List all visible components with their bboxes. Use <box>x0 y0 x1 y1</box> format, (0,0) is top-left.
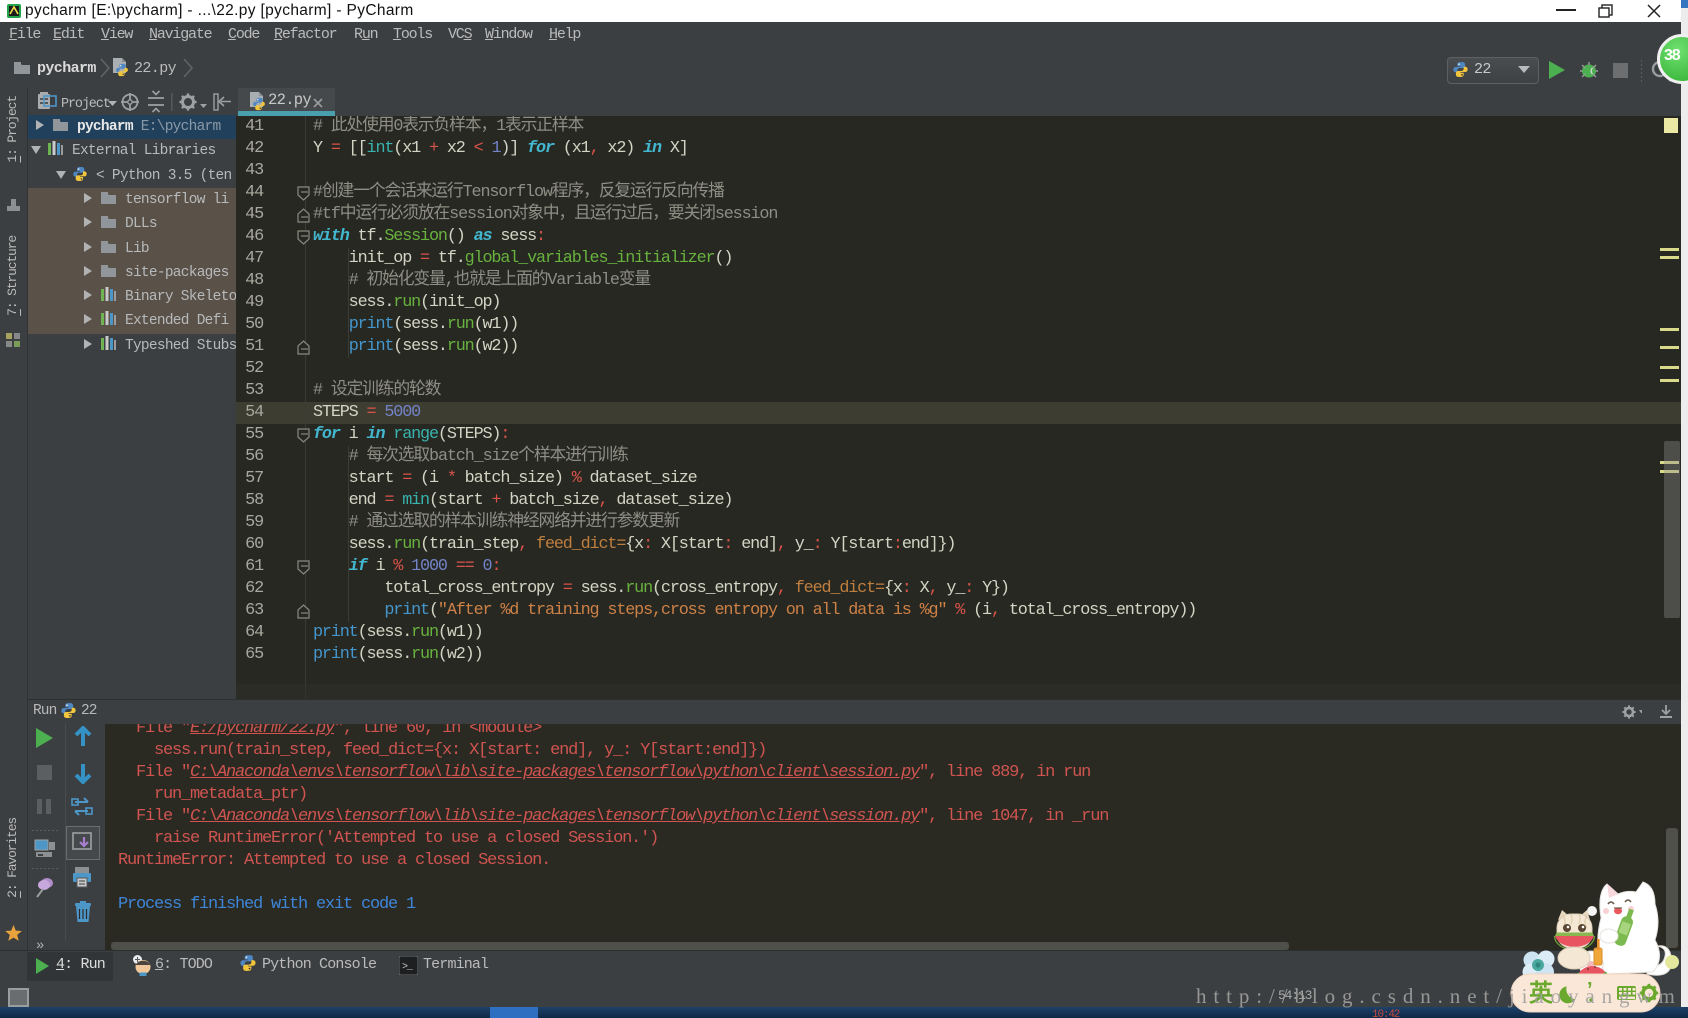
svg-text:Project: Project <box>61 97 110 112</box>
